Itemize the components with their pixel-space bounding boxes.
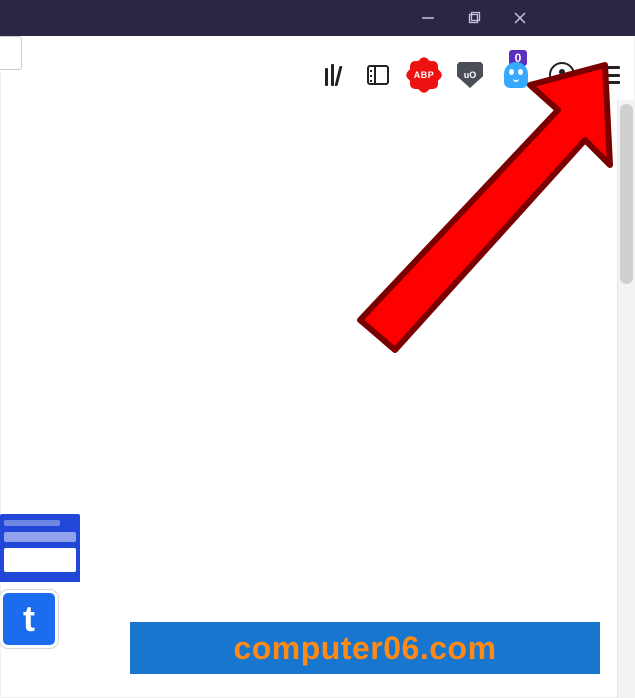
ghostery-button[interactable]: 0 [499, 58, 533, 92]
vertical-scrollbar[interactable] [617, 100, 635, 698]
library-button[interactable] [315, 58, 349, 92]
related-thumbnail: t [0, 514, 80, 648]
sidebar-icon [367, 65, 389, 85]
window-maximize-button[interactable] [451, 0, 497, 36]
ghostery-icon [504, 62, 528, 88]
window-titlebar [0, 0, 635, 36]
library-icon [325, 64, 340, 86]
scrollbar-thumb[interactable] [620, 104, 633, 284]
watermark-text: computer06.com [233, 632, 496, 664]
window-minimize-button[interactable] [405, 0, 451, 36]
close-icon [513, 11, 527, 25]
watermark-bar: computer06.com [130, 622, 600, 674]
ublock-origin-button[interactable]: uO [453, 58, 487, 92]
maximize-icon [467, 11, 481, 25]
abp-icon: ABP [410, 61, 438, 89]
abp-label: ABP [410, 61, 438, 89]
ublock-icon: uO [457, 62, 483, 88]
tile-letter: t [23, 601, 35, 637]
account-button[interactable] [545, 58, 579, 92]
account-icon [549, 62, 575, 88]
browser-toolbar: ABP uO 0 [0, 36, 635, 100]
sidebar-button[interactable] [361, 58, 395, 92]
ublock-label: uO [464, 71, 477, 80]
thumbnail-tile-t[interactable]: t [0, 590, 58, 648]
hamburger-menu-button[interactable] [591, 58, 625, 92]
hamburger-menu-icon [596, 66, 620, 84]
thumbnail-preview [0, 514, 80, 582]
adblock-plus-button[interactable]: ABP [407, 58, 441, 92]
window-close-button[interactable] [497, 0, 543, 36]
minimize-icon [421, 11, 435, 25]
